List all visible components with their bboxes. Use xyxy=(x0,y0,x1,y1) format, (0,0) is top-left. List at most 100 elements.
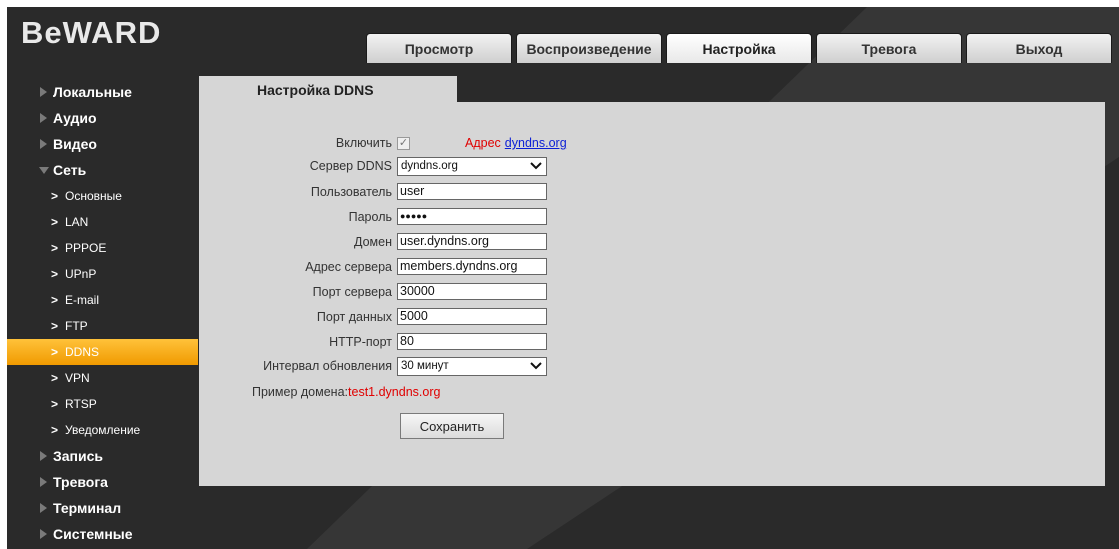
chevron-right-icon: > xyxy=(51,345,59,359)
sidebar-item-label: FTP xyxy=(65,319,88,333)
sidebar-item-network[interactable]: Сеть xyxy=(7,157,198,183)
chevron-right-icon: > xyxy=(51,319,59,333)
section-tab-ddns: Настройка DDNS xyxy=(199,76,457,103)
sidebar: Локальные Аудио Видео Сеть > Основные > … xyxy=(7,79,198,547)
http-port-input[interactable]: 80 xyxy=(397,333,547,350)
expand-triangle-icon xyxy=(40,503,47,513)
domain-row: Домен user.dyndns.org xyxy=(199,233,799,253)
server-address-input[interactable]: members.dyndns.org xyxy=(397,258,547,275)
server-port-label: Порт сервера xyxy=(312,285,392,299)
server-port-row: Порт сервера 30000 xyxy=(199,283,799,303)
domain-example-label: Пример домена: xyxy=(252,385,349,399)
sidebar-item-rtsp[interactable]: > RTSP xyxy=(7,391,198,417)
address-note-prefix: Адрес xyxy=(465,136,501,150)
chevron-right-icon: > xyxy=(51,423,59,437)
sidebar-item-label: UPnP xyxy=(65,267,97,281)
update-interval-select[interactable]: 30 минут xyxy=(397,357,547,376)
expand-triangle-icon xyxy=(40,139,47,149)
sidebar-item-label: LAN xyxy=(65,215,89,229)
expand-triangle-icon xyxy=(40,451,47,461)
domain-example-value: test1.dyndns.org xyxy=(348,385,441,399)
collapse-triangle-icon xyxy=(39,167,49,174)
save-button[interactable]: Сохранить xyxy=(400,413,504,439)
server-label: Сервер DDNS xyxy=(309,159,392,173)
chevron-down-icon xyxy=(530,362,542,370)
sidebar-item-system[interactable]: Системные xyxy=(7,521,198,547)
server-port-input[interactable]: 30000 xyxy=(397,283,547,300)
ddns-settings-panel: Включить ✓ Адрес dyndns.org Сервер DDNS d… xyxy=(199,102,1105,486)
tab-view[interactable]: Просмотр xyxy=(366,33,512,63)
chevron-right-icon: > xyxy=(51,241,59,255)
address-note: Адрес dyndns.org xyxy=(465,136,567,150)
expand-triangle-icon xyxy=(40,113,47,123)
sidebar-item-audio[interactable]: Аудио xyxy=(7,105,198,131)
tab-logout[interactable]: Выход xyxy=(966,33,1112,63)
sidebar-item-email[interactable]: > E-mail xyxy=(7,287,198,313)
domain-label: Домен xyxy=(353,235,392,249)
sidebar-item-notification[interactable]: > Уведомление xyxy=(7,417,198,443)
expand-triangle-icon xyxy=(40,87,47,97)
sidebar-item-alarm[interactable]: Тревога xyxy=(7,469,198,495)
checkmark-icon: ✓ xyxy=(398,137,409,149)
update-interval-label: Интервал обновления xyxy=(263,359,392,373)
sidebar-item-vpn[interactable]: > VPN xyxy=(7,365,198,391)
sidebar-item-video[interactable]: Видео xyxy=(7,131,198,157)
sidebar-item-label: Видео xyxy=(53,136,97,152)
sidebar-item-label: Сеть xyxy=(53,162,87,178)
sidebar-item-label: Уведомление xyxy=(65,423,141,437)
server-row: Сервер DDNS dyndns.org xyxy=(199,157,799,177)
sidebar-item-label: Основные xyxy=(65,189,122,203)
chevron-right-icon: > xyxy=(51,189,59,203)
tab-settings[interactable]: Настройка xyxy=(666,33,812,63)
app-frame: BeWARD Просмотр Воспроизведение Настройк… xyxy=(7,7,1119,549)
ddns-server-value: dyndns.org xyxy=(401,160,458,172)
update-interval-value: 30 минут xyxy=(401,360,449,372)
sidebar-item-local[interactable]: Локальные xyxy=(7,79,198,105)
user-row: Пользователь user xyxy=(199,183,799,203)
enable-label: Включить xyxy=(335,136,392,150)
user-label: Пользователь xyxy=(310,185,392,199)
expand-triangle-icon xyxy=(40,529,47,539)
sidebar-item-label: VPN xyxy=(65,371,90,385)
sidebar-item-label: Аудио xyxy=(53,110,97,126)
chevron-right-icon: > xyxy=(51,371,59,385)
sidebar-item-ftp[interactable]: > FTP xyxy=(7,313,198,339)
chevron-down-icon xyxy=(530,162,542,170)
sidebar-item-label: Тревога xyxy=(53,474,108,490)
http-port-row: HTTP-порт 80 xyxy=(199,333,799,353)
password-label: Пароль xyxy=(348,210,392,224)
data-port-input[interactable]: 5000 xyxy=(397,308,547,325)
sidebar-item-label: Терминал xyxy=(53,500,122,516)
server-address-row: Адрес сервера members.dyndns.org xyxy=(199,258,799,278)
server-address-label: Адрес сервера xyxy=(305,260,392,274)
domain-example: Пример домена:test1.dyndns.org xyxy=(252,385,440,399)
sidebar-item-label: DDNS xyxy=(65,345,100,359)
dyndns-link[interactable]: dyndns.org xyxy=(505,136,567,150)
data-port-row: Порт данных 5000 xyxy=(199,308,799,328)
sidebar-item-label: E-mail xyxy=(65,293,100,307)
http-port-label: HTTP-порт xyxy=(329,335,392,349)
domain-input[interactable]: user.dyndns.org xyxy=(397,233,547,250)
sidebar-item-lan[interactable]: > LAN xyxy=(7,209,198,235)
tab-alarm[interactable]: Тревога xyxy=(816,33,962,63)
data-port-label: Порт данных xyxy=(316,310,392,324)
enable-row: Включить ✓ Адрес dyndns.org xyxy=(199,134,799,154)
sidebar-item-record[interactable]: Запись xyxy=(7,443,198,469)
tab-playback[interactable]: Воспроизведение xyxy=(516,33,662,63)
password-row: Пароль ●●●●● xyxy=(199,208,799,228)
username-input[interactable]: user xyxy=(397,183,547,200)
update-interval-row: Интервал обновления 30 минут xyxy=(199,357,799,377)
brand-logo: BeWARD xyxy=(21,15,162,50)
sidebar-item-label: Запись xyxy=(53,448,104,464)
sidebar-item-pppoe[interactable]: > PPPOE xyxy=(7,235,198,261)
ddns-server-select[interactable]: dyndns.org xyxy=(397,157,547,176)
sidebar-item-terminal[interactable]: Терминал xyxy=(7,495,198,521)
sidebar-item-basic[interactable]: > Основные xyxy=(7,183,198,209)
sidebar-item-ddns[interactable]: > DDNS xyxy=(7,339,198,365)
password-input[interactable]: ●●●●● xyxy=(397,208,547,225)
sidebar-item-upnp[interactable]: > UPnP xyxy=(7,261,198,287)
chevron-right-icon: > xyxy=(51,267,59,281)
sidebar-item-label: Локальные xyxy=(53,84,132,100)
sidebar-item-label: Системные xyxy=(53,526,133,542)
enable-checkbox[interactable]: ✓ xyxy=(397,137,410,150)
